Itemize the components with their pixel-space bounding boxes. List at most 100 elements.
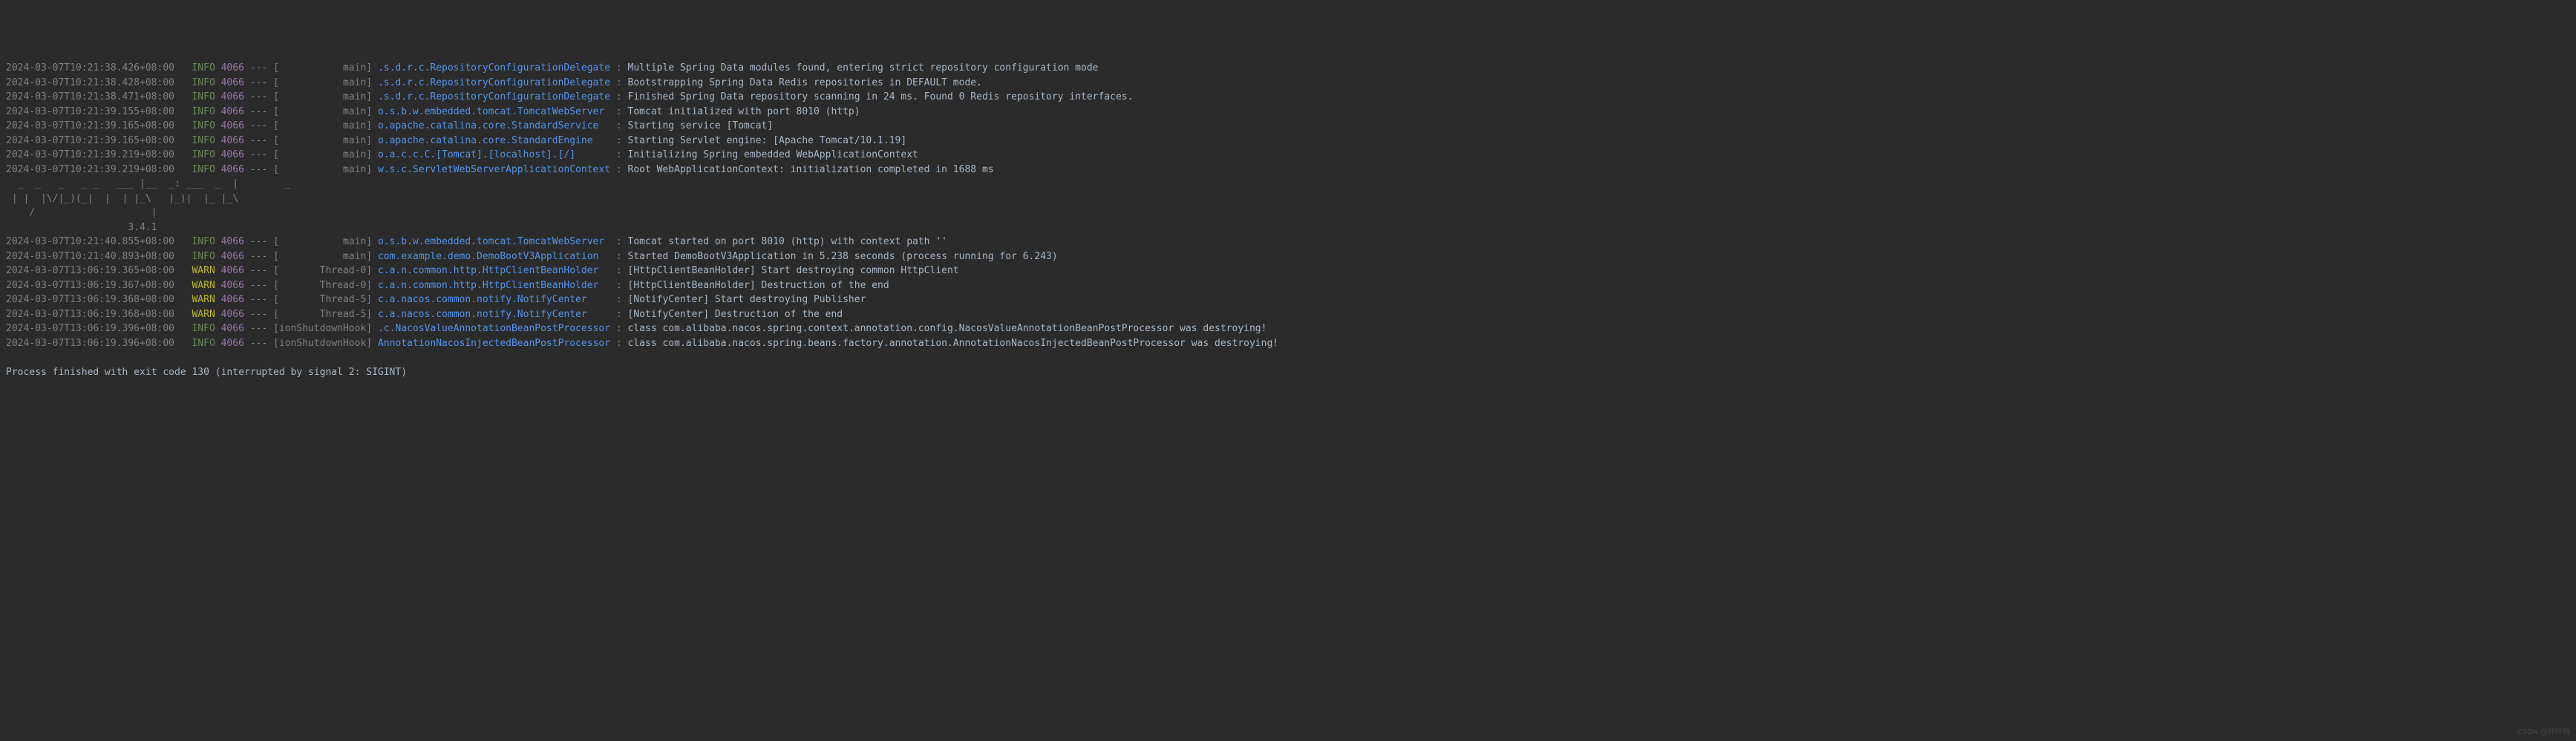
log-separator: --- — [250, 236, 267, 247]
log-logger: .s.d.r.c.RepositoryConfigurationDelegate — [378, 77, 610, 88]
log-logger: .s.d.r.c.RepositoryConfigurationDelegate — [378, 62, 610, 74]
log-logger: c.a.nacos.common.notify.NotifyCenter — [378, 294, 610, 305]
log-message: [NotifyCenter] Destruction of the end — [628, 309, 843, 320]
log-colon: : — [616, 62, 622, 74]
log-separator: --- — [250, 120, 267, 131]
log-thread: [ main] — [273, 236, 372, 247]
log-separator: --- — [250, 149, 267, 160]
log-timestamp: 2024-03-07T10:21:40.855+08:00 — [6, 236, 174, 247]
log-timestamp: 2024-03-07T10:21:39.165+08:00 — [6, 120, 174, 131]
log-message: Starting Servlet engine: [Apache Tomcat/… — [628, 135, 907, 146]
log-pid: 4066 — [221, 77, 244, 88]
log-pid: 4066 — [221, 251, 244, 262]
log-level: WARN — [186, 294, 215, 305]
log-logger: .c.NacosValueAnnotationBeanPostProcessor — [378, 323, 610, 334]
log-pid: 4066 — [221, 164, 244, 175]
log-line: 2024-03-07T13:06:19.368+08:00 WARN 4066 … — [6, 307, 2570, 322]
ascii-banner: / | — [6, 207, 157, 218]
log-line: 2024-03-07T10:21:39.155+08:00 INFO 4066 … — [6, 105, 2570, 120]
log-thread: [ Thread-0] — [273, 265, 372, 276]
log-thread: [ main] — [273, 251, 372, 262]
log-thread: [ main] — [273, 91, 372, 102]
log-message: Tomcat started on port 8010 (http) with … — [628, 236, 947, 247]
log-message: Tomcat initialized with port 8010 (http) — [628, 106, 860, 117]
log-thread: [ Thread-0] — [273, 280, 372, 291]
log-line: 2024-03-07T13:06:19.367+08:00 WARN 4066 … — [6, 278, 2570, 293]
log-thread: [ main] — [273, 106, 372, 117]
log-logger: AnnotationNacosInjectedBeanPostProcessor — [378, 338, 610, 349]
log-level: INFO — [186, 135, 215, 146]
log-timestamp: 2024-03-07T13:06:19.368+08:00 — [6, 294, 174, 305]
log-line: 2024-03-07T10:21:39.219+08:00 INFO 4066 … — [6, 148, 2570, 163]
log-pid: 4066 — [221, 280, 244, 291]
log-logger: w.s.c.ServletWebServerApplicationContext — [378, 164, 610, 175]
log-pid: 4066 — [221, 338, 244, 349]
log-colon: : — [616, 338, 622, 349]
log-line: 2024-03-07T10:21:39.165+08:00 INFO 4066 … — [6, 134, 2570, 148]
log-pid: 4066 — [221, 309, 244, 320]
log-message: Bootstrapping Spring Data Redis reposito… — [628, 77, 982, 88]
log-level: INFO — [186, 149, 215, 160]
log-colon: : — [616, 135, 622, 146]
log-colon: : — [616, 77, 622, 88]
log-thread: [ main] — [273, 77, 372, 88]
log-thread: [ main] — [273, 120, 372, 131]
log-logger: o.apache.catalina.core.StandardEngine — [378, 135, 610, 146]
log-timestamp: 2024-03-07T10:21:39.155+08:00 — [6, 106, 174, 117]
log-colon: : — [616, 236, 622, 247]
log-logger: .s.d.r.c.RepositoryConfigurationDelegate — [378, 91, 610, 102]
log-colon: : — [616, 265, 622, 276]
log-thread: [ main] — [273, 149, 372, 160]
log-colon: : — [616, 149, 622, 160]
log-colon: : — [616, 91, 622, 102]
log-colon: : — [616, 251, 622, 262]
log-separator: --- — [250, 265, 267, 276]
log-timestamp: 2024-03-07T10:21:39.219+08:00 — [6, 149, 174, 160]
log-pid: 4066 — [221, 62, 244, 74]
log-thread: [ Thread-5] — [273, 309, 372, 320]
log-line: 2024-03-07T10:21:40.855+08:00 INFO 4066 … — [6, 235, 2570, 249]
console-output[interactable]: 2024-03-07T10:21:38.426+08:00 INFO 4066 … — [6, 61, 2570, 379]
log-line: 2024-03-07T10:21:40.893+08:00 INFO 4066 … — [6, 249, 2570, 264]
log-pid: 4066 — [221, 323, 244, 334]
log-pid: 4066 — [221, 135, 244, 146]
exit-message: Process finished with exit code 130 (int… — [6, 367, 407, 378]
log-logger: o.apache.catalina.core.StandardService — [378, 120, 610, 131]
ascii-banner: | | |\/|_)(_| | | |_\ |_)| |_ |_\ — [6, 193, 238, 204]
log-message: [NotifyCenter] Start destroying Publishe… — [628, 294, 866, 305]
log-pid: 4066 — [221, 91, 244, 102]
log-level: INFO — [186, 91, 215, 102]
log-level: INFO — [186, 338, 215, 349]
log-message: Starting service [Tomcat] — [628, 120, 774, 131]
log-line: 2024-03-07T10:21:38.428+08:00 INFO 4066 … — [6, 76, 2570, 91]
log-logger: c.a.nacos.common.notify.NotifyCenter — [378, 309, 610, 320]
log-message: Finished Spring Data repository scanning… — [628, 91, 1134, 102]
log-pid: 4066 — [221, 294, 244, 305]
log-timestamp: 2024-03-07T10:21:38.428+08:00 — [6, 77, 174, 88]
log-separator: --- — [250, 91, 267, 102]
log-line: 2024-03-07T10:21:39.219+08:00 INFO 4066 … — [6, 163, 2570, 177]
log-timestamp: 2024-03-07T10:21:39.219+08:00 — [6, 164, 174, 175]
log-level: WARN — [186, 280, 215, 291]
log-colon: : — [616, 120, 622, 131]
log-separator: --- — [250, 323, 267, 334]
log-thread: [ionShutdownHook] — [273, 338, 372, 349]
log-thread: [ main] — [273, 135, 372, 146]
log-level: INFO — [186, 164, 215, 175]
log-level: WARN — [186, 265, 215, 276]
log-colon: : — [616, 106, 622, 117]
log-separator: --- — [250, 251, 267, 262]
log-separator: --- — [250, 106, 267, 117]
log-timestamp: 2024-03-07T13:06:19.367+08:00 — [6, 280, 174, 291]
log-thread: [ionShutdownHook] — [273, 323, 372, 334]
log-logger: c.a.n.common.http.HttpClientBeanHolder — [378, 280, 610, 291]
log-message: Root WebApplicationContext: initializati… — [628, 164, 994, 175]
log-message: [HttpClientBeanHolder] Destruction of th… — [628, 280, 889, 291]
log-colon: : — [616, 164, 622, 175]
log-message: Initializing Spring embedded WebApplicat… — [628, 149, 918, 160]
log-timestamp: 2024-03-07T13:06:19.368+08:00 — [6, 309, 174, 320]
log-level: WARN — [186, 309, 215, 320]
log-colon: : — [616, 309, 622, 320]
log-line: 2024-03-07T10:21:38.426+08:00 INFO 4066 … — [6, 61, 2570, 76]
log-logger: com.example.demo.DemoBootV3Application — [378, 251, 610, 262]
